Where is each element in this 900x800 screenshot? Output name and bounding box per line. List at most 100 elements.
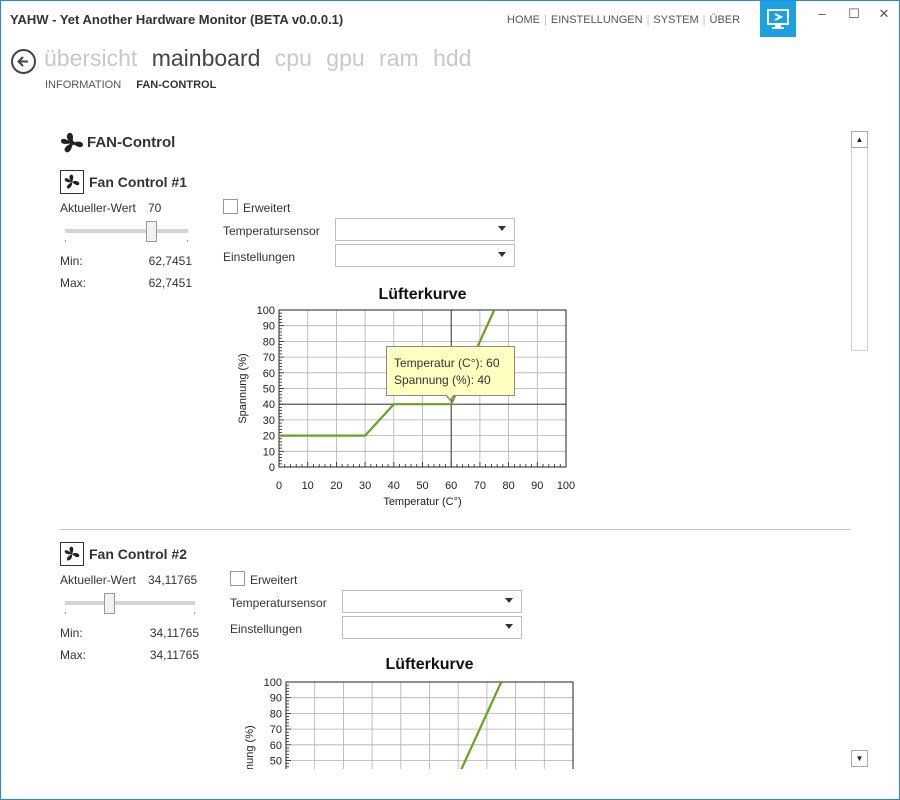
fan-control-title: Fan Control #1 [89, 174, 188, 190]
chart-tooltip: Temperatur (C°): 60 Spannung (%): 40 [386, 346, 515, 396]
fan-slider-thumb[interactable] [104, 593, 116, 614]
vertical-scrollbar[interactable] [851, 131, 868, 351]
main-nav-hdd[interactable]: hdd [433, 45, 471, 71]
x-tick-label: 0 [276, 480, 282, 492]
y-tick-label: 100 [257, 305, 275, 317]
main-nav-gpu[interactable]: gpu [326, 45, 364, 71]
max-value: 34,11765 [149, 648, 199, 662]
main-nav-overview[interactable]: übersicht [44, 45, 137, 71]
chevron-down-icon [505, 624, 513, 629]
monitor-icon [767, 9, 789, 29]
x-tick-label: 100 [557, 480, 575, 492]
maximize-icon: ☐ [848, 6, 860, 21]
fan-curve-line [460, 682, 503, 769]
y-tick-label: 70 [270, 724, 282, 736]
y-tick-label: 30 [263, 415, 275, 427]
minimize-icon: – [818, 6, 826, 21]
current-value-label: Aktueller-Wert [60, 201, 136, 215]
fan-box-icon [60, 542, 84, 566]
fan-slider-thumb[interactable] [146, 221, 158, 242]
min-value: 34,11765 [149, 626, 199, 640]
x-tick-label: 10 [302, 480, 314, 492]
tab-information[interactable]: INFORMATION [45, 79, 121, 91]
section-divider [60, 529, 851, 530]
chevron-down-icon [498, 252, 506, 257]
window-title: YAHW - Yet Another Hardware Monitor (BET… [10, 12, 344, 27]
top-nav: HOME | EINSTELLUNGEN | SYSTEM | ÜBER [507, 14, 744, 26]
top-nav-system[interactable]: SYSTEM [649, 14, 702, 26]
title-bar: YAHW - Yet Another Hardware Monitor (BET… [1, 1, 899, 39]
y-tick-label: 70 [263, 352, 275, 364]
current-value: 34,11765 [148, 573, 198, 587]
y-tick-label: 80 [270, 708, 282, 720]
sensor-label: Temperatursensor [230, 596, 327, 610]
top-nav-home[interactable]: HOME [507, 14, 544, 26]
back-button[interactable] [11, 49, 36, 74]
sensor-select[interactable] [342, 590, 522, 613]
tooltip-temperature: Temperatur (C°): 60 [394, 356, 500, 370]
scroll-down-button[interactable]: ▼ [851, 750, 868, 767]
scroll-up-button[interactable]: ▲ [851, 131, 868, 148]
top-nav-settings[interactable]: EINSTELLUNGEN [547, 14, 647, 26]
chevron-down-icon [498, 226, 506, 231]
y-tick-label: 10 [263, 446, 275, 458]
advanced-checkbox[interactable] [230, 571, 245, 586]
x-tick-label: 90 [531, 480, 543, 492]
min-label: Min: [60, 254, 83, 268]
advanced-label: Erweitert [243, 201, 291, 215]
monitor-button[interactable] [760, 1, 796, 37]
settings-select[interactable] [342, 616, 522, 639]
y-tick-label: 90 [263, 321, 275, 333]
fan-curve-chart[interactable]: Lüfterkurve 0 10 20 30 40 50 60 70 80 90 100 0 10 20 30… [231, 279, 581, 513]
section-title: FAN-Control [87, 134, 176, 151]
x-tick-label: 50 [416, 480, 428, 492]
tooltip-pointer-fill [446, 394, 454, 399]
main-nav: übersicht mainboard cpu gpu ram hdd [44, 45, 479, 72]
y-tick-label: 40 [263, 399, 275, 411]
sensor-label: Temperatursensor [223, 224, 320, 238]
y-tick-label: 60 [263, 368, 275, 380]
fan-control-title: Fan Control #2 [89, 546, 188, 562]
settings-select[interactable] [335, 244, 515, 267]
fan-curve-chart[interactable]: Lüfterkurve 50 60 70 80 90 100 Spannung (%) [238, 651, 588, 769]
y-axis-label: Spannung (%) [244, 725, 256, 769]
chevron-down-icon [505, 598, 513, 603]
fan-box-icon [60, 170, 84, 194]
x-tick-label: 60 [445, 480, 457, 492]
tooltip-voltage: Spannung (%): 40 [394, 373, 491, 387]
slider-ticks [65, 240, 188, 242]
maximize-button[interactable]: ☐ [839, 6, 869, 26]
x-axis-label: Temperatur (C°) [383, 496, 461, 508]
advanced-label: Erweitert [250, 573, 298, 587]
max-label: Max: [60, 648, 87, 662]
y-tick-label: 20 [263, 431, 275, 443]
chart-title: Lüfterkurve [378, 286, 466, 303]
chart-title: Lüfterkurve [385, 656, 473, 673]
min-label: Min: [60, 626, 83, 640]
y-tick-label: 50 [263, 384, 275, 396]
y-tick-label: 80 [263, 336, 275, 348]
sensor-select[interactable] [335, 218, 515, 241]
main-nav-mainboard[interactable]: mainboard [152, 45, 261, 71]
x-tick-label: 40 [388, 480, 400, 492]
minimize-button[interactable]: – [807, 6, 837, 26]
y-tick-label: 0 [269, 462, 275, 474]
top-nav-about[interactable]: ÜBER [706, 14, 745, 26]
y-tick-label: 60 [270, 740, 282, 752]
advanced-checkbox[interactable] [223, 199, 238, 214]
tab-fan-control[interactable]: FAN-CONTROL [136, 79, 216, 91]
fan-slider-track[interactable] [65, 601, 195, 605]
current-value: 70 [148, 201, 162, 215]
main-nav-cpu[interactable]: cpu [275, 45, 312, 71]
x-tick-label: 20 [330, 480, 342, 492]
current-value-label: Aktueller-Wert [60, 573, 136, 587]
sub-nav: INFORMATION FAN-CONTROL [45, 79, 228, 91]
close-icon: ✕ [878, 6, 890, 21]
arrow-left-icon [17, 56, 28, 67]
min-value: 62,7451 [148, 254, 192, 268]
settings-label: Einstellungen [223, 250, 296, 264]
fan-icon [61, 132, 83, 153]
fan-slider-track[interactable] [65, 229, 188, 233]
main-nav-ram[interactable]: ram [379, 45, 419, 71]
close-button[interactable]: ✕ [869, 6, 899, 26]
